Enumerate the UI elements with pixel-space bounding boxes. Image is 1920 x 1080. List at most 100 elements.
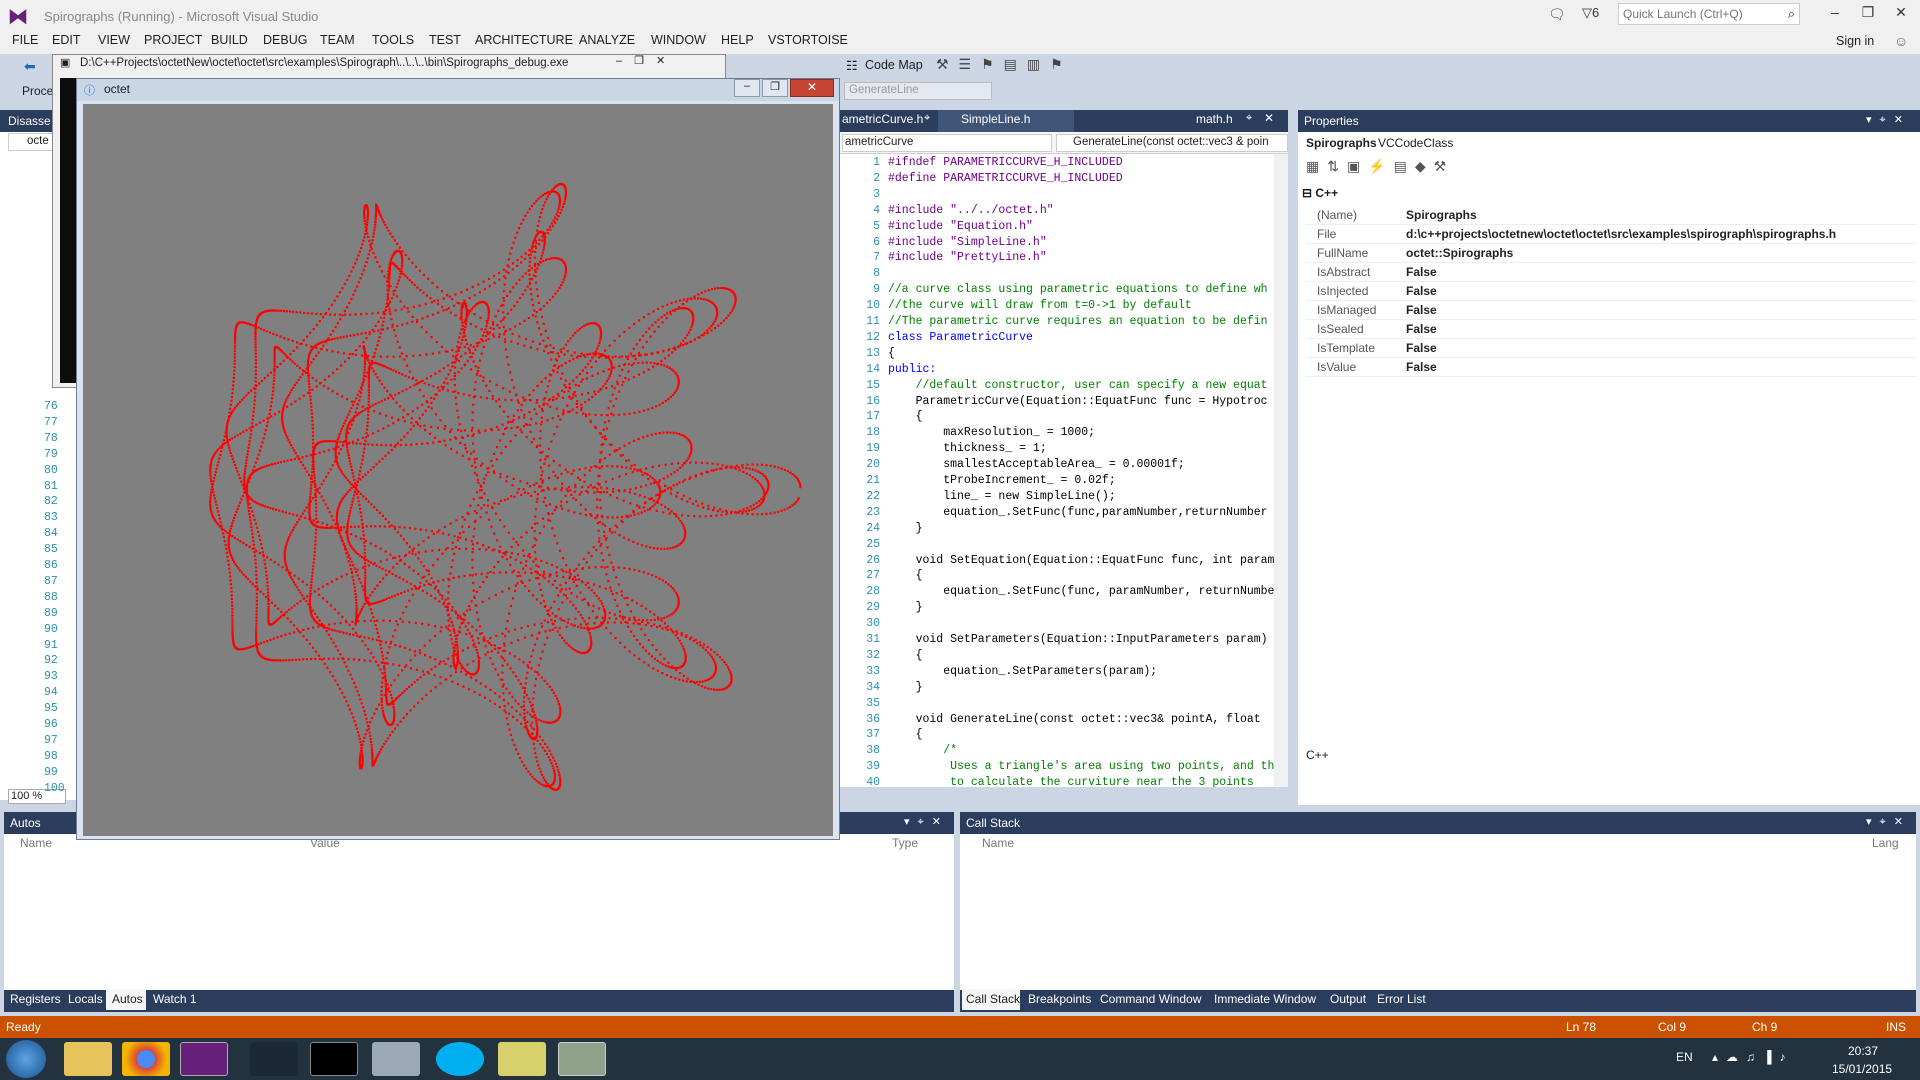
tab-watch-1[interactable]: Watch 1	[153, 992, 197, 1006]
menu-team[interactable]: TEAM	[320, 33, 355, 47]
command-prompt-icon[interactable]	[310, 1042, 358, 1076]
menu-build[interactable]: BUILD	[211, 33, 248, 47]
tray-icons[interactable]: ▴☁♫▐♪	[1712, 1050, 1832, 1064]
tab-command-window[interactable]: Command Window	[1100, 992, 1201, 1006]
autos-col-name[interactable]: Name	[20, 836, 52, 850]
octet-close-button[interactable]: ✕	[790, 79, 834, 97]
code-editor[interactable]: 1 #ifndef PARAMETRICCURVE_H_INCLUDED 2 #def…	[838, 154, 1288, 787]
code-map-icon[interactable]: ☷	[846, 58, 858, 74]
quick-launch[interactable]: ⌕	[1618, 3, 1800, 25]
tab-parametric-curve[interactable]: ametricCurve.h	[842, 112, 923, 126]
pin-icon[interactable]: ⌖	[1246, 112, 1252, 125]
back-icon[interactable]: ⬅	[24, 58, 36, 75]
octet-minimize-button[interactable]: –	[734, 79, 760, 97]
quick-launch-input[interactable]	[1619, 4, 1769, 24]
left-line-number: 97	[44, 733, 58, 747]
code-line: {	[888, 346, 895, 360]
property-row[interactable]	[1306, 282, 1916, 301]
calculator-icon[interactable]	[372, 1042, 420, 1076]
panel-controls-icon[interactable]: ▾⌖✕	[904, 815, 949, 829]
menu-window[interactable]: WINDOW	[651, 33, 706, 47]
callstack-col-name[interactable]: Name	[982, 836, 1014, 850]
generate-line-combo[interactable]: GenerateLine	[844, 82, 992, 100]
editor-scrollbar[interactable]	[1274, 154, 1288, 787]
code-line: {	[888, 569, 923, 583]
menu-help[interactable]: HELP	[721, 33, 754, 47]
line-number: 32	[866, 648, 880, 662]
menu-tools[interactable]: TOOLS	[372, 33, 414, 47]
tab-simple-line[interactable]: SimpleLine.h	[961, 112, 1030, 126]
menu-analyze[interactable]: ANALYZE	[579, 33, 635, 47]
clock-time[interactable]: 20:37	[1848, 1044, 1878, 1058]
property-value: False	[1406, 360, 1437, 374]
properties-category[interactable]: ⊟ C++	[1302, 186, 1338, 200]
code-line: tProbeIncrement_ = 0.02f;	[888, 474, 1116, 487]
tab-locals[interactable]: Locals	[68, 992, 103, 1006]
start-button[interactable]	[6, 1040, 46, 1078]
toolbar-debug-icons[interactable]: ⚒☰⚑▤▥⚑	[936, 56, 1176, 76]
menu-debug[interactable]: DEBUG	[263, 33, 307, 47]
tab-output[interactable]: Output	[1330, 992, 1366, 1006]
sticky-notes-icon[interactable]	[498, 1042, 546, 1076]
skype-icon[interactable]	[436, 1042, 484, 1076]
property-row[interactable]	[1306, 301, 1916, 320]
member-combo[interactable]: GenerateLine(const octet::vec3 & poin	[1056, 134, 1288, 152]
tab-registers[interactable]: Registers	[10, 992, 61, 1006]
line-number: 27	[866, 569, 880, 583]
pin-icon[interactable]: ⌖	[924, 112, 930, 125]
property-name: IsManaged	[1317, 303, 1377, 317]
autos-body	[4, 834, 954, 990]
left-line-number: 85	[44, 543, 58, 557]
file-explorer-icon[interactable]	[64, 1042, 112, 1076]
minimize-button[interactable]: –	[1820, 4, 1850, 26]
language-indicator[interactable]: EN	[1676, 1050, 1693, 1064]
left-line-number: 95	[44, 702, 58, 716]
clock-date[interactable]: 15/01/2015	[1832, 1062, 1892, 1076]
chrome-icon[interactable]	[122, 1042, 170, 1076]
steam-icon[interactable]	[250, 1042, 298, 1076]
panel-controls-icon[interactable]: ▾⌖✕	[1866, 815, 1911, 829]
tab-breakpoints[interactable]: Breakpoints	[1028, 992, 1091, 1006]
tab-math-h[interactable]: math.h	[1196, 112, 1233, 126]
property-row[interactable]	[1306, 339, 1916, 358]
menu-project[interactable]: PROJECT	[144, 33, 202, 47]
property-row[interactable]	[1306, 206, 1916, 225]
class-combo[interactable]: ametricCurve	[842, 134, 1052, 152]
property-row[interactable]	[1306, 244, 1916, 263]
code-line: equation_.SetFunc(func, paramNumber, ret…	[888, 585, 1275, 599]
search-icon[interactable]: ⌕	[1788, 6, 1795, 22]
maximize-button[interactable]: ❐	[1853, 4, 1883, 26]
menu-edit[interactable]: EDIT	[52, 33, 80, 47]
spirograph-canvas[interactable]	[83, 104, 833, 836]
panel-controls-icon[interactable]: ▾⌖✕	[1866, 113, 1911, 127]
properties-toolbar-icons[interactable]: ▦⇅▣⚡▤◆⚒	[1306, 158, 1476, 180]
feedback-flag[interactable]: ▽6	[1582, 5, 1599, 21]
menu-view[interactable]: VIEW	[98, 33, 130, 47]
code-line: #include "Equation.h"	[888, 219, 1033, 233]
property-row[interactable]	[1306, 320, 1916, 339]
close-tab-icon[interactable]: ✕	[1264, 111, 1274, 125]
menu-file[interactable]: FILE	[12, 33, 38, 47]
autos-col-type[interactable]: Type	[892, 836, 918, 850]
octet-maximize-button[interactable]: ❐	[762, 79, 788, 97]
left-line-number: 87	[44, 574, 58, 588]
menu-test[interactable]: TEST	[429, 33, 461, 47]
code-map-button[interactable]: Code Map	[865, 58, 923, 72]
code-line: {	[888, 410, 923, 424]
callstack-col-lang[interactable]: Lang	[1872, 836, 1899, 850]
octet-app-icon[interactable]	[558, 1042, 606, 1076]
menu-vstortoise[interactable]: VSTORTOISE	[768, 33, 848, 47]
tab-error-list[interactable]: Error List	[1377, 992, 1426, 1006]
property-row[interactable]	[1306, 263, 1916, 282]
visual-studio-icon[interactable]	[180, 1042, 228, 1076]
tab-autos[interactable]: Autos	[112, 992, 143, 1006]
close-button[interactable]: ✕	[1886, 4, 1916, 26]
tab-immediate-window[interactable]: Immediate Window	[1214, 992, 1316, 1006]
sign-in-link[interactable]: Sign in	[1836, 34, 1874, 48]
account-icon[interactable]: ☺	[1894, 33, 1908, 49]
tab-call-stack[interactable]: Call Stack	[966, 992, 1020, 1006]
notifications-icon[interactable]: 🗨	[1548, 6, 1566, 23]
menu-architecture[interactable]: ARCHITECTURE	[475, 33, 573, 47]
property-row[interactable]	[1306, 358, 1916, 377]
console-window-controls[interactable]: –❐✕	[616, 54, 677, 67]
